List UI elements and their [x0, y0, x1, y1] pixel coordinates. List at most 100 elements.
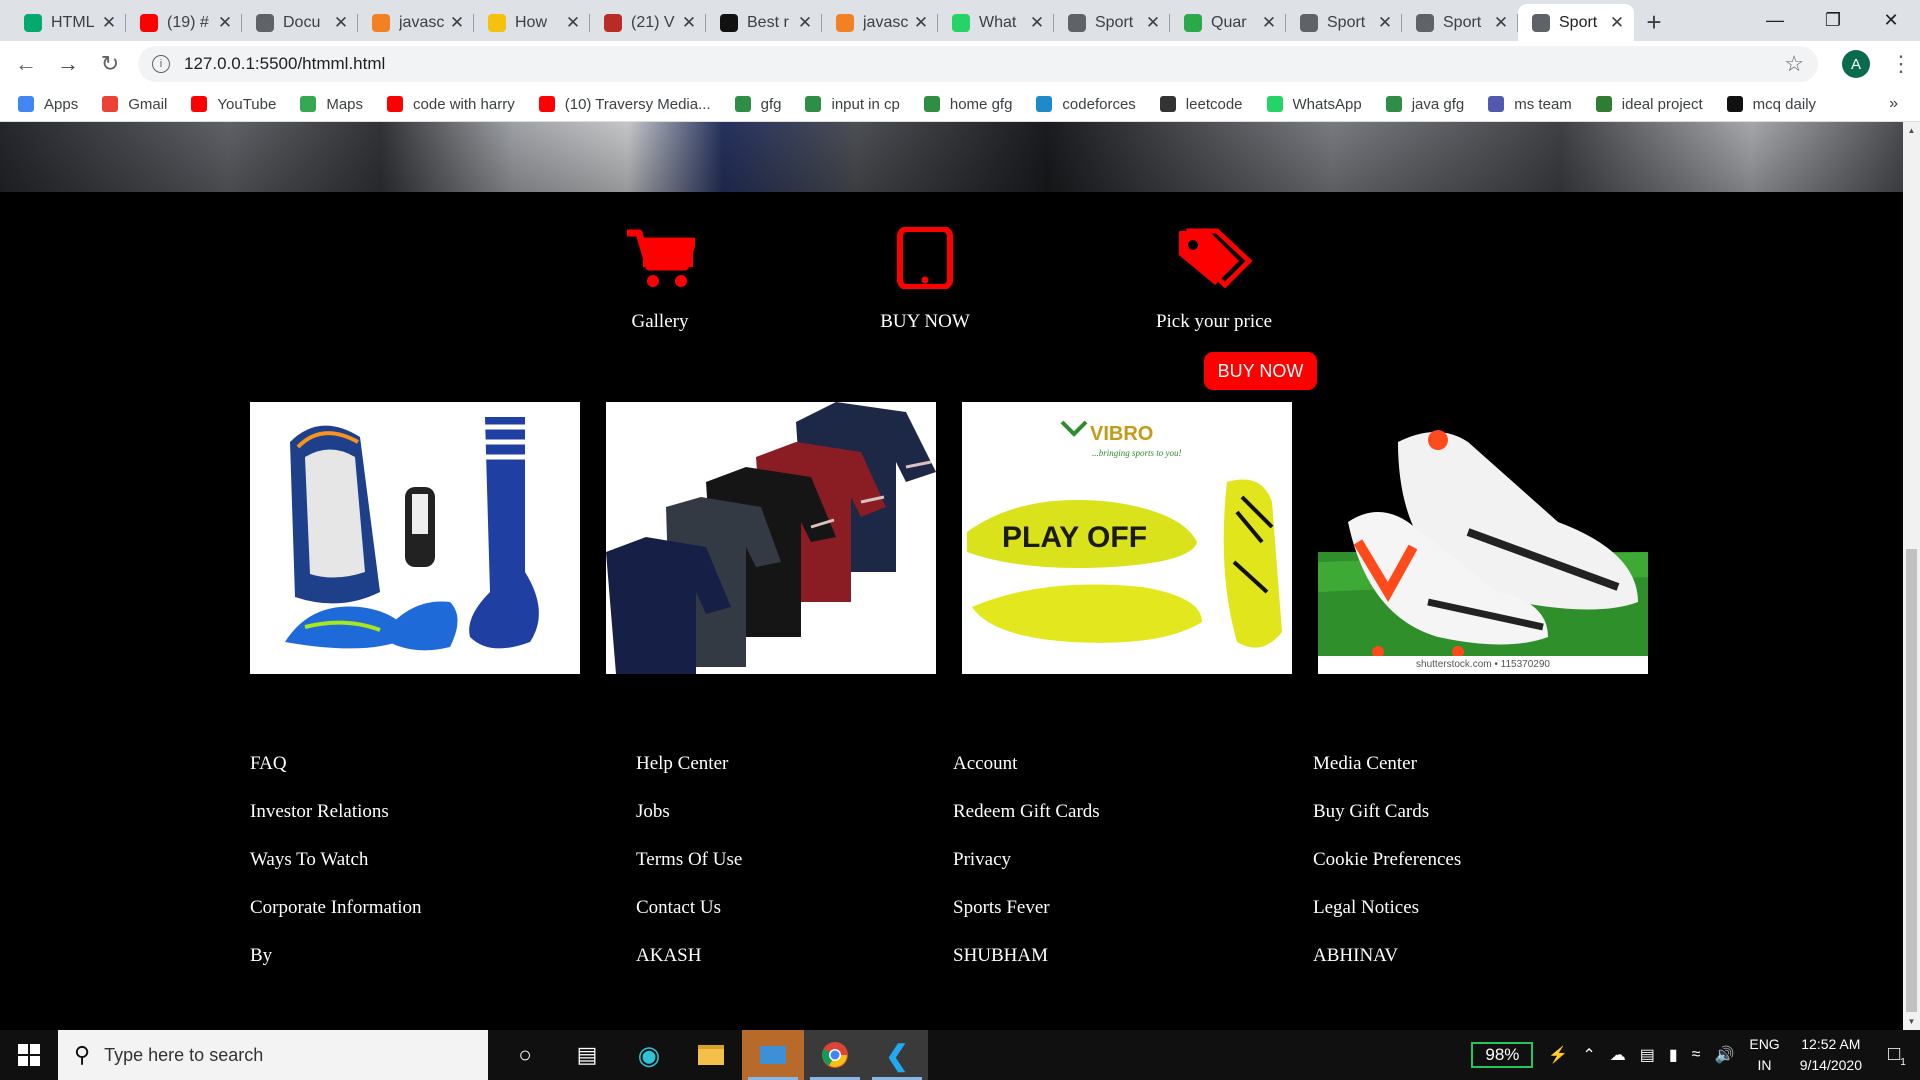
reload-icon[interactable]: ↻	[90, 44, 130, 84]
battery-indicator[interactable]: 98%	[1471, 1042, 1534, 1068]
bookmark-4[interactable]: code with harry	[387, 96, 515, 113]
notification-center-icon[interactable]: □1	[1874, 1043, 1920, 1068]
minimize-icon[interactable]: —	[1746, 0, 1804, 41]
scroll-up-icon[interactable]: ▲	[1903, 122, 1920, 139]
tab-close-icon[interactable]: ✕	[1260, 13, 1278, 33]
network-status-icon[interactable]: ▤	[1640, 1045, 1655, 1065]
tab-9[interactable]: Sport ✕	[1054, 4, 1170, 41]
buy-now-button[interactable]: BUY NOW	[1204, 352, 1317, 390]
bookmark-8[interactable]: home gfg	[923, 96, 1012, 113]
bookmark-star-icon[interactable]: ☆	[1784, 51, 1804, 77]
chrome-icon[interactable]	[804, 1030, 866, 1080]
restore-icon[interactable]: ❐	[1804, 0, 1862, 41]
edge-icon[interactable]: ◉	[618, 1030, 680, 1080]
tab-6[interactable]: Best r ✕	[706, 4, 822, 41]
url-text[interactable]: 127.0.0.1:5500/htmml.html	[184, 54, 1784, 74]
tab-close-icon[interactable]: ✕	[1376, 13, 1394, 33]
footer-link[interactable]: Privacy	[953, 848, 1100, 896]
footer-link[interactable]: Ways To Watch	[250, 848, 421, 896]
tab-close-icon[interactable]: ✕	[564, 13, 582, 33]
bookmark-14[interactable]: ideal project	[1595, 96, 1703, 113]
bookmark-1[interactable]: Gmail	[102, 96, 167, 113]
tab-close-icon[interactable]: ✕	[1492, 13, 1510, 33]
bookmark-9[interactable]: codeforces	[1036, 96, 1136, 113]
football-kit-product[interactable]	[250, 402, 580, 674]
vscode-icon[interactable]: ❮	[866, 1030, 928, 1080]
tab-4[interactable]: How ✕	[474, 4, 590, 41]
footer-link[interactable]: Media Center	[1313, 752, 1461, 800]
footer-link[interactable]: Sports Fever	[953, 896, 1100, 944]
onedrive-icon[interactable]: ☁	[1610, 1045, 1626, 1065]
jerseys-product[interactable]	[606, 402, 936, 674]
menu-kebab-icon[interactable]: ⋮	[1890, 51, 1912, 77]
tab-8[interactable]: What ✕	[938, 4, 1054, 41]
taskbar-search[interactable]: ⚲ Type here to search	[58, 1030, 488, 1080]
tab-10[interactable]: Quar ✕	[1170, 4, 1286, 41]
vibro-shoes-product[interactable]: VIBRO ...bringing sports to you! PLAY OF…	[962, 402, 1292, 674]
bookmark-6[interactable]: gfg	[734, 96, 781, 113]
bookmark-3[interactable]: Maps	[300, 96, 363, 113]
power-plug-icon[interactable]: ⚡	[1548, 1045, 1568, 1065]
tab-close-icon[interactable]: ✕	[912, 13, 930, 33]
tab-close-icon[interactable]: ✕	[100, 13, 118, 33]
bookmark-15[interactable]: mcq daily	[1726, 96, 1816, 113]
footer-link[interactable]: Investor Relations	[250, 800, 421, 848]
tab-2[interactable]: Docu ✕	[242, 4, 358, 41]
site-info-icon[interactable]: i	[152, 55, 170, 73]
tab-3[interactable]: javasc ✕	[358, 4, 474, 41]
bookmark-0[interactable]: Apps	[18, 96, 78, 113]
footer-link[interactable]: FAQ	[250, 752, 421, 800]
feature-buy-now[interactable]: BUY NOW	[825, 227, 1025, 333]
footer-link[interactable]: Corporate Information	[250, 896, 421, 944]
footer-link[interactable]: Account	[953, 752, 1100, 800]
new-tab-button[interactable]: +	[1634, 4, 1674, 41]
battery-icon[interactable]: ▮	[1669, 1045, 1678, 1065]
bookmark-10[interactable]: leetcode	[1159, 96, 1243, 113]
cortana-icon[interactable]: ○	[494, 1030, 556, 1080]
mail-icon[interactable]	[742, 1030, 804, 1080]
tab-5[interactable]: (21) V ✕	[590, 4, 706, 41]
tab-13[interactable]: Sport ✕	[1518, 4, 1634, 41]
tab-11[interactable]: Sport ✕	[1286, 4, 1402, 41]
feature-pick-price[interactable]: Pick your price	[1114, 227, 1314, 333]
scroll-down-icon[interactable]: ▼	[1903, 1013, 1920, 1030]
bookmark-5[interactable]: (10) Traversy Media...	[538, 96, 711, 113]
bookmark-13[interactable]: ms team	[1488, 96, 1572, 113]
tab-12[interactable]: Sport ✕	[1402, 4, 1518, 41]
tray-expand-icon[interactable]: ⌃	[1582, 1045, 1595, 1065]
bookmarks-more-icon[interactable]: »	[1889, 95, 1898, 113]
tab-7[interactable]: javasc ✕	[822, 4, 938, 41]
wifi-icon[interactable]: ≈	[1692, 1046, 1701, 1064]
footer-link[interactable]: ABHINAV	[1313, 944, 1461, 992]
page-scrollbar[interactable]: ▲ ▼	[1903, 122, 1920, 1030]
profile-avatar[interactable]: A	[1842, 50, 1870, 78]
language-indicator[interactable]: ENG IN	[1749, 1034, 1779, 1076]
tab-close-icon[interactable]: ✕	[796, 13, 814, 33]
tab-close-icon[interactable]: ✕	[1028, 13, 1046, 33]
file-explorer-icon[interactable]	[680, 1030, 742, 1080]
footer-link[interactable]: Jobs	[636, 800, 742, 848]
footer-link[interactable]: Redeem Gift Cards	[953, 800, 1100, 848]
tab-close-icon[interactable]: ✕	[680, 13, 698, 33]
footer-link[interactable]: By	[250, 944, 421, 992]
footer-link[interactable]: AKASH	[636, 944, 742, 992]
start-button[interactable]	[0, 1030, 58, 1080]
tab-close-icon[interactable]: ✕	[216, 13, 234, 33]
address-bar[interactable]: i 127.0.0.1:5500/htmml.html ☆	[138, 46, 1818, 82]
feature-gallery[interactable]: Gallery	[560, 227, 760, 333]
bookmark-7[interactable]: input in cp	[805, 96, 900, 113]
footer-link[interactable]: Help Center	[636, 752, 742, 800]
tab-1[interactable]: (19) # ✕	[126, 4, 242, 41]
footer-link[interactable]: Buy Gift Cards	[1313, 800, 1461, 848]
bookmark-2[interactable]: YouTube	[191, 96, 276, 113]
bookmark-11[interactable]: WhatsApp	[1266, 96, 1362, 113]
tab-0[interactable]: HTML ✕	[10, 4, 126, 41]
tab-close-icon[interactable]: ✕	[1144, 13, 1162, 33]
tab-close-icon[interactable]: ✕	[1608, 13, 1626, 33]
tab-close-icon[interactable]: ✕	[332, 13, 350, 33]
scroll-thumb[interactable]	[1906, 549, 1917, 1012]
forward-icon[interactable]: →	[48, 44, 88, 84]
footer-link[interactable]: Terms Of Use	[636, 848, 742, 896]
footer-link[interactable]: Legal Notices	[1313, 896, 1461, 944]
footer-link[interactable]: SHUBHAM	[953, 944, 1100, 992]
